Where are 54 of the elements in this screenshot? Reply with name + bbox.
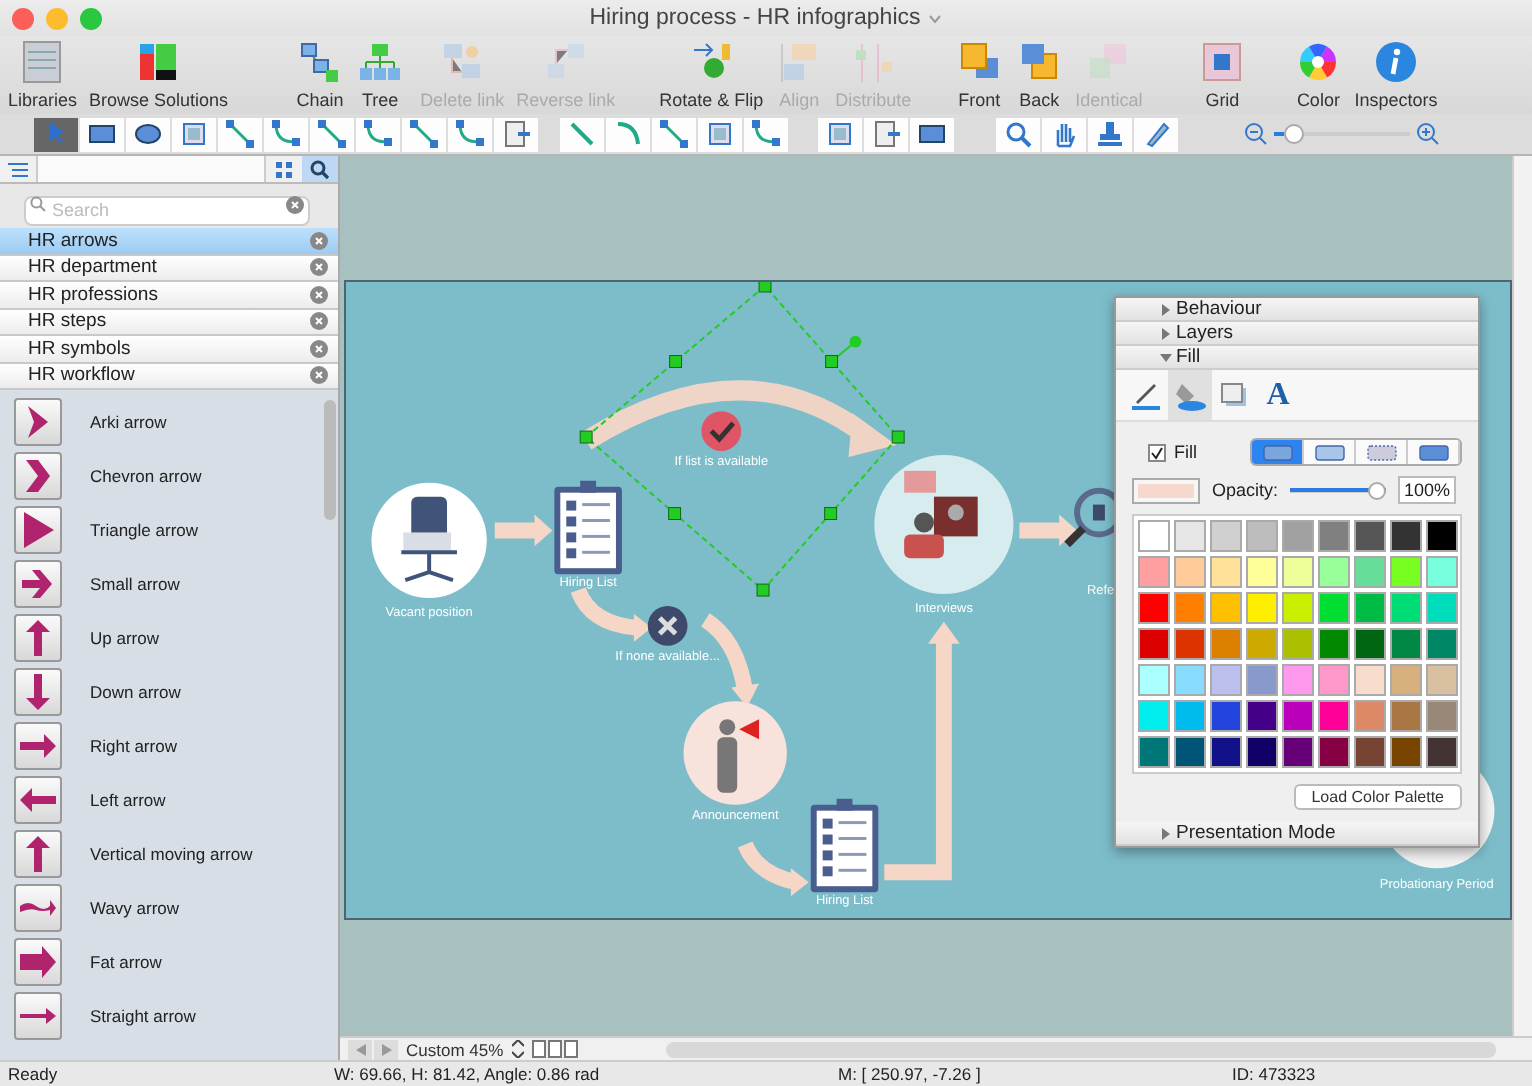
library-item[interactable]: HR workflow	[0, 363, 338, 390]
section-header[interactable]: Fill	[1116, 346, 1478, 370]
shape-name[interactable]: Straight arrow	[90, 1005, 196, 1025]
shape-name[interactable]: Small arrow	[90, 573, 180, 593]
toolbar-button[interactable]: Color	[1290, 36, 1347, 114]
window-title: Hiring process - HR infographics	[589, 6, 921, 30]
search-field[interactable]: Search	[24, 195, 310, 225]
section-title: Fill	[1176, 346, 1201, 368]
size-readout: W: 69.66, H: 81.42, Angle: 0.86 rad	[334, 1064, 602, 1084]
library-item[interactable]: HR arrows	[0, 228, 338, 255]
load-palette-button[interactable]: Load Color Palette	[1293, 784, 1462, 810]
opacity-label: Opacity:	[1212, 480, 1279, 500]
object-id: ID: 473323	[1232, 1064, 1318, 1084]
section-title: Layers	[1176, 322, 1234, 344]
toolbar-button[interactable]: Tree	[352, 36, 409, 114]
shape-name[interactable]: Right arrow	[90, 735, 177, 755]
inspector-tab[interactable]: A	[1256, 370, 1300, 420]
shape-name[interactable]: Chevron arrow	[90, 465, 202, 485]
library-name: HR professions	[28, 283, 158, 306]
section-header[interactable]: Layers	[1116, 322, 1478, 346]
toolbar-button[interactable]: Rotate & Flip	[655, 36, 768, 114]
shape-name[interactable]: Vertical moving arrow	[90, 843, 253, 863]
shape-name[interactable]: Left arrow	[90, 789, 166, 809]
section-title: Behaviour	[1176, 298, 1262, 320]
toolbar-button[interactable]: Libraries	[4, 36, 82, 114]
status-text: Ready	[8, 1064, 60, 1084]
toolbar-button[interactable]: Inspectors	[1350, 36, 1442, 114]
shape-name[interactable]: Up arrow	[90, 627, 159, 647]
shape-name[interactable]: Fat arrow	[90, 951, 162, 971]
library-name: HR arrows	[28, 229, 118, 252]
library-name: HR steps	[28, 310, 107, 333]
shape-name[interactable]: Wavy arrow	[90, 897, 180, 917]
section-header[interactable]: Presentation Mode	[1116, 822, 1478, 846]
library-item[interactable]: HR symbols	[0, 336, 338, 363]
shape-name[interactable]: Triangle arrow	[90, 519, 199, 539]
toolbar-button[interactable]: Grid	[1194, 36, 1251, 114]
section-header[interactable]: Behaviour	[1116, 298, 1478, 322]
shape-name[interactable]: Down arrow	[90, 681, 181, 701]
toolbar-button[interactable]: Front	[951, 36, 1008, 114]
library-name: HR department	[28, 256, 157, 279]
zoom-level[interactable]: Custom 45%	[406, 1039, 504, 1059]
opacity-value[interactable]: 100%	[1398, 476, 1457, 504]
library-item[interactable]: HR department	[0, 255, 338, 282]
shape-name[interactable]: Arki arrow	[90, 411, 167, 431]
library-item[interactable]: HR professions	[0, 282, 338, 309]
toolbar-button[interactable]: Chain	[292, 36, 349, 114]
library-item[interactable]: HR steps	[0, 309, 338, 336]
section-title: Presentation Mode	[1176, 822, 1336, 844]
library-name: HR symbols	[28, 337, 131, 360]
toolbar-button[interactable]: Browse Solutions	[85, 36, 233, 114]
library-name: HR workflow	[28, 364, 135, 387]
mouse-position: M: [ 250.97, -7.26 ]	[838, 1064, 983, 1084]
fill-checkbox[interactable]: Fill	[1148, 442, 1197, 462]
toolbar-button[interactable]: Back	[1011, 36, 1068, 114]
